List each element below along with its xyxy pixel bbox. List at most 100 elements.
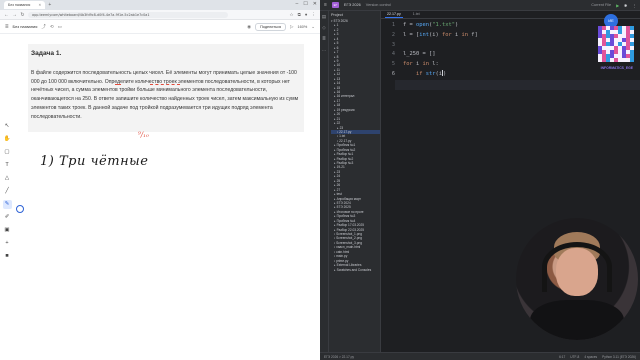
folder-icon: ▸ <box>334 209 336 214</box>
folder-icon: ▸ <box>334 36 336 41</box>
red-annotation-mark: ⁹/₁₀ <box>138 131 149 139</box>
red-annotation-underline <box>115 83 121 85</box>
line-icon[interactable]: ╱ <box>3 187 12 196</box>
tree-item[interactable]: ▸Scratches and Consoles <box>331 268 380 272</box>
marker-icon[interactable]: ✐ <box>3 213 12 222</box>
editor-tab[interactable]: 22.17.py <box>385 10 403 18</box>
avatar[interactable]: ◉ <box>247 24 251 30</box>
interpreter[interactable]: Python 3.11 (ЕГЭ 2026) <box>602 355 636 359</box>
status-breadcrumb[interactable]: ЕГЭ 2026 > 22.17.py <box>324 355 354 359</box>
chevron-down-icon[interactable]: ⌄ <box>311 24 315 30</box>
tree-item-label: 27 <box>336 187 341 192</box>
sticky-note-icon[interactable]: ▢ <box>3 148 12 157</box>
doc-title[interactable]: Без названия <box>13 24 38 29</box>
menu-dots-icon[interactable]: ⋮ <box>312 12 317 18</box>
tree-item-label: Разбор №3 <box>336 161 354 165</box>
file-icon: ▪ <box>337 134 339 139</box>
qr-code <box>598 26 634 62</box>
reload-icon[interactable]: ↻ <box>20 12 25 18</box>
more-icon[interactable]: ⋮ <box>632 3 636 8</box>
logo-caption: INFORMATICS_EGE <box>600 66 633 70</box>
project-name[interactable]: ЕГЭ 2026 <box>344 3 361 7</box>
app-menu-icon[interactable]: ≡ <box>5 24 9 30</box>
frame-icon[interactable]: ▣ <box>3 226 12 235</box>
close-window-icon[interactable]: ✕ <box>313 1 317 7</box>
folder-icon: ▾ <box>331 19 333 23</box>
hand-icon[interactable]: ✋ <box>3 135 12 144</box>
editor-tab[interactable]: 1.txt <box>411 10 422 18</box>
present-icon[interactable]: ▷ <box>290 24 293 30</box>
zoom-level[interactable]: 160% <box>298 25 308 29</box>
tree-item-label: Пробник №4 <box>336 218 356 223</box>
folder-icon: ▸ <box>337 125 339 130</box>
share-button[interactable]: Поделиться <box>255 22 287 31</box>
tree-item-label: Итоговое по проге <box>336 209 364 214</box>
indent-setting[interactable]: 4 spaces <box>584 355 597 359</box>
shape-icon[interactable]: △ <box>3 174 12 183</box>
folder-icon: ▸ <box>334 156 336 161</box>
minimize-icon[interactable]: – <box>296 1 299 7</box>
folder-icon: ▸ <box>334 263 336 268</box>
folder-icon: ▸ <box>334 165 336 170</box>
tool-window-stripe: ▤ ◇ ≣ … <box>320 11 329 352</box>
address-bar[interactable]: app.teemlycom/whiteboard/4b3fd9c8-d0f4-4… <box>28 11 228 18</box>
commit-icon[interactable]: ◇ <box>322 25 325 31</box>
new-tab-icon[interactable]: + <box>48 2 51 8</box>
upload-icon[interactable]: ■ <box>3 252 12 261</box>
whiteboard-toolbar: ≡ Без названия ⤴ ⟲ ▭ ◉ Поделиться ▷ 160%… <box>0 20 320 34</box>
color-picker[interactable] <box>16 205 24 213</box>
folder-icon: ▸ <box>334 50 336 55</box>
comments-icon[interactable]: ▭ <box>58 24 62 30</box>
folder-icon: ▸ <box>334 107 336 112</box>
tree-item-label: 26 <box>336 183 341 188</box>
structure-icon[interactable]: ≣ <box>322 36 326 42</box>
history-icon[interactable]: ⟲ <box>50 24 54 30</box>
folder-icon: ▸ <box>334 67 336 72</box>
tree-item-label: 18 <box>336 103 341 108</box>
main-menu-icon[interactable]: ≡ <box>324 2 327 8</box>
pointer-icon[interactable]: ↖ <box>3 122 12 131</box>
more-tools-icon[interactable]: … <box>322 47 327 52</box>
drawing-toolbar: ↖ ✋ ▢ T △ ╱ ✎ ✐ ▣ + ■ <box>2 122 12 261</box>
more-tools-icon[interactable]: + <box>3 239 12 248</box>
star-icon[interactable]: ☆ <box>290 12 294 18</box>
text-icon[interactable]: T <box>3 161 12 170</box>
project-panel: Project ▾ЕГЭ 2026 ▸1 ▸2 ▸3 ▸4 ▸5 ▸6 ▸7 ▸8 ▸9 ▸10 ▸… <box>329 11 381 352</box>
forward-icon[interactable]: → <box>12 12 17 18</box>
code-content[interactable]: f = open("1.txt") l = [int(i) for i in f… <box>403 21 478 80</box>
tree-item-label: Scratches and Consoles <box>336 267 372 272</box>
tree-item-label: Пробник №1 <box>336 143 356 148</box>
tree-item-label: ЕГЭ 2024 <box>336 200 351 205</box>
run-config[interactable]: Current File <box>591 3 611 7</box>
folder-icon: ▸ <box>334 192 336 197</box>
tree-item-label: Разбор №2 <box>336 156 354 161</box>
pen-icon[interactable]: ✎ <box>2 200 12 209</box>
project-panel-title[interactable]: Project <box>331 13 380 17</box>
run-icon[interactable]: ▶ <box>616 3 619 8</box>
code-line: if str(i) <box>415 70 447 77</box>
status-bar: ЕГЭ 2026 > 22.17.py 6:17 UTF-8 4 spaces … <box>320 352 640 360</box>
line-number: 5 <box>391 61 395 68</box>
tree-item-label: main.py <box>336 254 348 259</box>
webcam-overlay <box>516 218 638 340</box>
share-link-icon[interactable]: ⤴ <box>41 24 46 30</box>
back-icon[interactable]: ← <box>4 12 9 18</box>
profile-icon[interactable]: ● <box>305 12 308 18</box>
tree-item-label: 7 <box>336 50 339 55</box>
tree-item-label: Разбор 22.03.2025 <box>336 227 365 232</box>
extensions-icon[interactable]: ⧉ <box>298 12 301 18</box>
folder-icon: ▸ <box>334 98 336 103</box>
caret-position[interactable]: 6:17 <box>559 355 565 359</box>
debug-icon[interactable]: ✱ <box>624 3 627 8</box>
text-caret <box>441 70 443 77</box>
vcs-widget[interactable]: Version control <box>366 3 391 7</box>
browser-tab[interactable]: Без названия ✕ <box>4 1 46 9</box>
close-icon[interactable]: ✕ <box>38 3 41 7</box>
folder-icon: ▸ <box>334 187 336 192</box>
handwritten-note: 1) Три чётные <box>40 154 149 169</box>
maximize-icon[interactable]: ☐ <box>303 1 307 7</box>
file-encoding[interactable]: UTF-8 <box>570 355 579 359</box>
line-number: 2 <box>391 31 395 38</box>
tree-item-label: 1 <box>336 23 339 28</box>
folder-icon[interactable]: ▤ <box>322 14 326 20</box>
